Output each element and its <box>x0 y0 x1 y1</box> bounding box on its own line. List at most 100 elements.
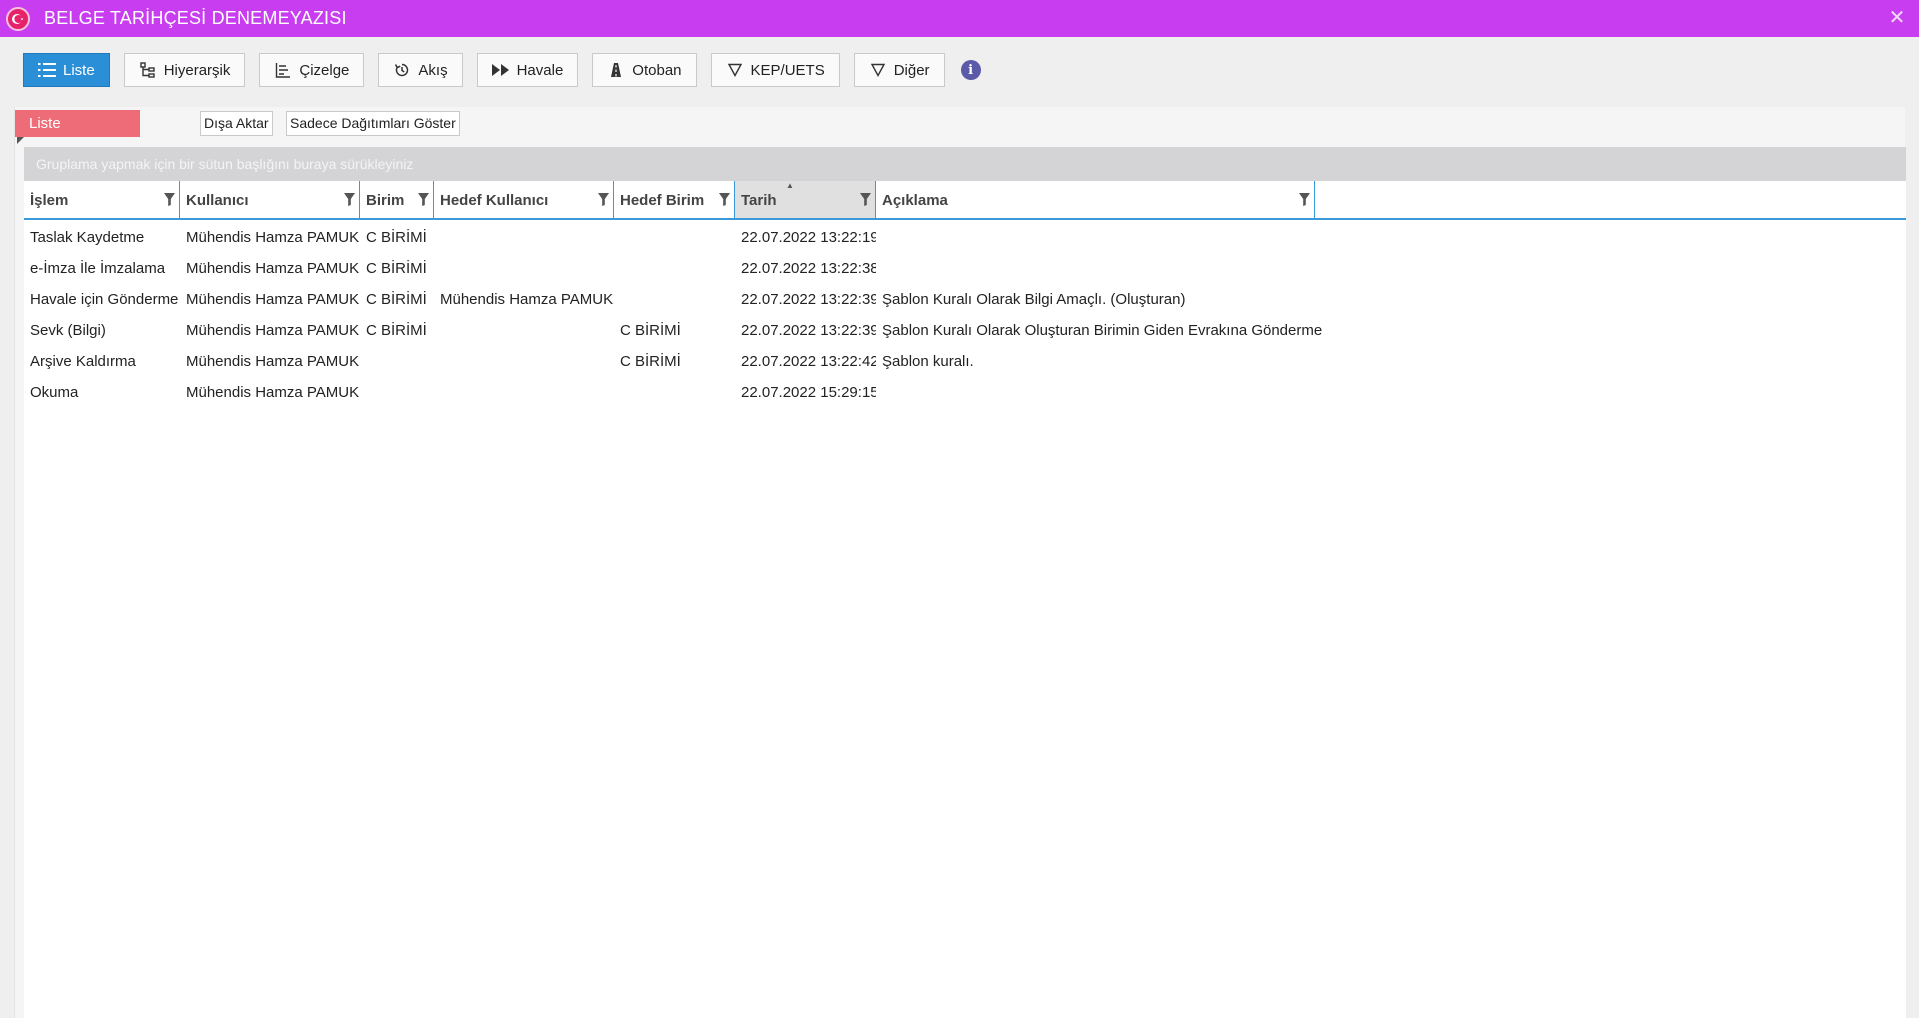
otoban-button[interactable]: Otoban <box>592 53 697 87</box>
filter-icon[interactable] <box>163 192 175 206</box>
column-header-islem[interactable]: İşlem <box>24 181 180 218</box>
column-header-label: İşlem <box>30 192 69 209</box>
column-header-label: Açıklama <box>882 192 948 209</box>
havale-button-label: Havale <box>516 61 564 79</box>
chart-icon <box>274 61 292 79</box>
akis-button[interactable]: Akış <box>378 53 463 87</box>
view-toolbar: Liste Hiyerarşik Çizelge Akış Havale Oto… <box>23 53 981 87</box>
cell-hedef-kullanici <box>434 315 614 346</box>
flow-icon <box>393 61 411 79</box>
cell-birim: C BİRİMİ <box>366 322 427 339</box>
cell-hedef-birim <box>614 284 735 315</box>
history-grid: Gruplama yapmak için bir sütun başlığını… <box>24 147 1906 1018</box>
filter-icon[interactable] <box>859 192 871 206</box>
kep-uets-button[interactable]: KEP/UETS <box>710 53 840 87</box>
filter-icon <box>726 61 744 79</box>
diger-button[interactable]: Diğer <box>853 53 945 87</box>
window-title: BELGE TARİHÇESİ DENEMEYAZISI <box>44 8 347 28</box>
akis-button-label: Akış <box>418 61 448 79</box>
show-distributions-button[interactable]: Sadece Dağıtımları Göster <box>286 111 460 136</box>
filter-icon[interactable] <box>417 192 429 206</box>
table-row[interactable]: Arşive Kaldırma Mühendis Hamza PAMUK C B… <box>24 346 1906 377</box>
list-panel: Liste Dışa Aktar Sadece Dağıtımları Göst… <box>14 107 1906 1018</box>
column-header-birim[interactable]: Birim <box>360 181 434 218</box>
info-icon[interactable]: i <box>960 60 981 80</box>
column-header-label: Birim <box>366 192 405 209</box>
cell-hedef-birim <box>614 377 735 408</box>
grid-rows: Taslak Kaydetme Mühendis Hamza PAMUK C B… <box>24 220 1906 408</box>
havale-button[interactable]: Havale <box>476 53 579 87</box>
column-header-label: Tarih <box>741 192 777 209</box>
cell-aciklama <box>876 222 1336 253</box>
cell-birim: C BİRİMİ <box>366 260 427 277</box>
cell-birim <box>360 346 434 377</box>
cell-hedef-kullanici <box>434 253 614 284</box>
cell-hedef-birim <box>614 222 735 253</box>
cell-hedef-kullanici <box>434 377 614 408</box>
cell-hedef-kullanici <box>434 222 614 253</box>
title-bar: BELGE TARİHÇESİ DENEMEYAZISI ✕ <box>0 0 1919 37</box>
cell-islem: Okuma <box>30 384 79 401</box>
cell-aciklama: Şablon kuralı. <box>882 353 974 370</box>
road-icon <box>607 61 625 79</box>
column-header-label: Hedef Birim <box>620 192 705 209</box>
app-logo-icon <box>6 6 30 31</box>
cell-tarih: 22.07.2022 13:22:38 <box>741 260 876 277</box>
cell-islem: Havale için Gönderme <box>30 291 179 308</box>
hiyerarsik-button-label: Hiyerarşik <box>163 61 231 79</box>
table-row[interactable]: Havale için Gönderme Mühendis Hamza PAMU… <box>24 284 1906 315</box>
liste-button-label: Liste <box>63 61 95 79</box>
corner-marker <box>17 137 24 144</box>
close-icon[interactable]: ✕ <box>1887 8 1907 28</box>
table-row[interactable]: Sevk (Bilgi) Mühendis Hamza PAMUK C BİRİ… <box>24 315 1906 346</box>
cell-aciklama <box>876 377 1336 408</box>
grid-header: İşlem Kullanıcı Birim Hedef Kullanıcı He… <box>24 181 1906 220</box>
cell-kullanici: Mühendis Hamza PAMUK <box>186 260 360 277</box>
cell-aciklama: Şablon Kuralı Olarak Bilgi Amaçlı. (Oluş… <box>882 291 1186 308</box>
cell-tarih: 22.07.2022 13:22:39 <box>741 291 876 308</box>
cell-kullanici: Mühendis Hamza PAMUK <box>186 384 360 401</box>
export-button[interactable]: Dışa Aktar <box>200 111 273 136</box>
filter-icon[interactable] <box>597 192 609 206</box>
cizelge-button[interactable]: Çizelge <box>259 53 365 87</box>
cell-hedef-kullanici: Mühendis Hamza PAMUK <box>440 291 614 308</box>
cell-birim: C BİRİMİ <box>366 229 427 246</box>
cell-hedef-birim: C BİRİMİ <box>620 353 681 370</box>
filter-icon[interactable] <box>718 192 730 206</box>
column-header-label: Hedef Kullanıcı <box>440 192 549 209</box>
filter-icon[interactable] <box>343 192 355 206</box>
otoban-button-label: Otoban <box>632 61 682 79</box>
cell-islem: Taslak Kaydetme <box>30 229 145 246</box>
column-header-tarih[interactable]: ▲ Tarih <box>735 181 876 218</box>
table-row[interactable]: Okuma Mühendis Hamza PAMUK 22.07.2022 15… <box>24 377 1906 408</box>
cizelge-button-label: Çizelge <box>299 61 350 79</box>
cell-islem: Arşive Kaldırma <box>30 353 136 370</box>
section-label: Liste <box>15 110 140 137</box>
column-header-kullanici[interactable]: Kullanıcı <box>180 181 360 218</box>
filter-icon[interactable] <box>1298 192 1310 206</box>
table-row[interactable]: e-İmza İle İmzalama Mühendis Hamza PAMUK… <box>24 253 1906 284</box>
group-panel[interactable]: Gruplama yapmak için bir sütun başlığını… <box>24 147 1906 181</box>
cell-tarih: 22.07.2022 13:22:42 <box>741 353 876 370</box>
cell-kullanici: Mühendis Hamza PAMUK <box>186 229 360 246</box>
hierarchy-icon <box>139 61 157 79</box>
column-header-label: Kullanıcı <box>186 192 249 209</box>
hiyerarsik-button[interactable]: Hiyerarşik <box>123 53 246 87</box>
cell-islem: Sevk (Bilgi) <box>30 322 106 339</box>
cell-birim: C BİRİMİ <box>366 291 427 308</box>
cell-aciklama <box>876 253 1336 284</box>
column-header-aciklama[interactable]: Açıklama <box>876 181 1315 218</box>
cell-hedef-birim: C BİRİMİ <box>620 322 681 339</box>
table-row[interactable]: Taslak Kaydetme Mühendis Hamza PAMUK C B… <box>24 222 1906 253</box>
cell-aciklama: Şablon Kuralı Olarak Oluşturan Birimin G… <box>882 322 1323 339</box>
cell-hedef-birim <box>614 253 735 284</box>
cell-kullanici: Mühendis Hamza PAMUK <box>186 322 360 339</box>
kep-uets-button-label: KEP/UETS <box>750 61 825 79</box>
fast-forward-icon <box>491 61 510 79</box>
column-header-hedef-birim[interactable]: Hedef Birim <box>614 181 735 218</box>
sort-ascending-icon: ▲ <box>786 181 794 190</box>
liste-button[interactable]: Liste <box>23 53 110 87</box>
cell-kullanici: Mühendis Hamza PAMUK <box>186 353 360 370</box>
cell-islem: e-İmza İle İmzalama <box>30 260 166 277</box>
column-header-hedef-kullanici[interactable]: Hedef Kullanıcı <box>434 181 614 218</box>
